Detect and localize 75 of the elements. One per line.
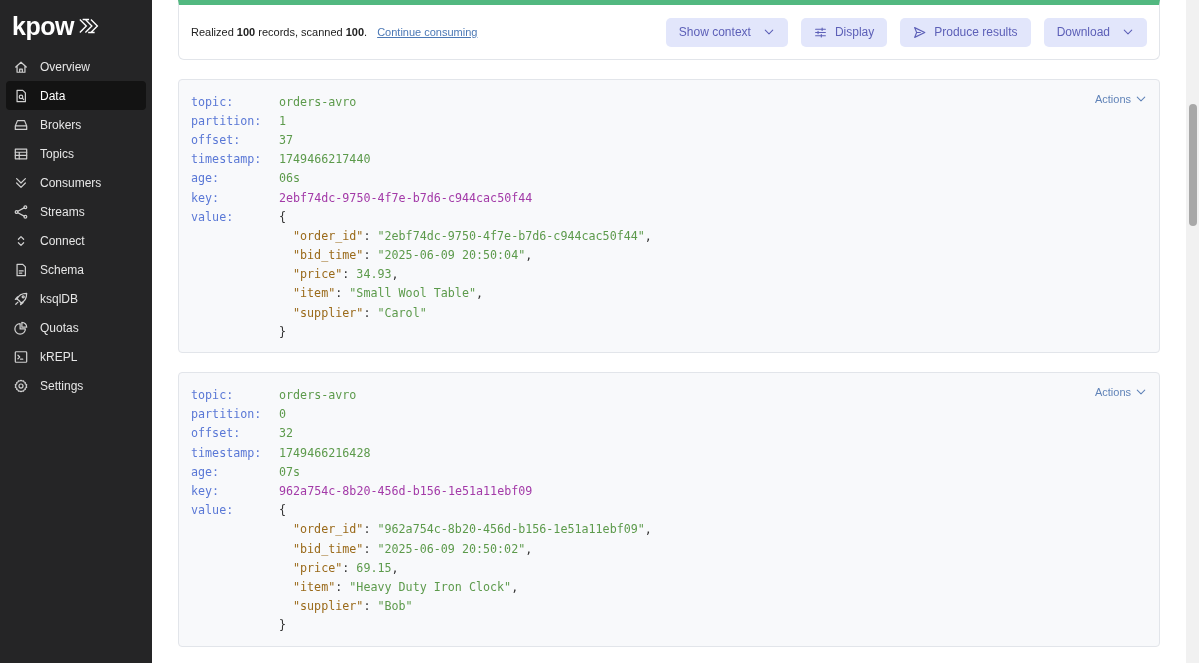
gear-icon [14, 378, 28, 393]
nav-item[interactable]: Quotas [6, 313, 146, 342]
terminal-icon [14, 349, 28, 364]
continue-link[interactable]: Continue consuming [377, 26, 478, 38]
field-label: key: [191, 190, 221, 205]
nav-item[interactable]: Consumers [6, 168, 146, 197]
toolbar-button[interactable]: Show context [665, 17, 788, 47]
field-value: 1 [279, 113, 287, 128]
field-value: 06s [279, 171, 301, 186]
field-value: 37 [279, 132, 294, 147]
drive-icon [14, 117, 28, 132]
field-label: timestamp: [191, 152, 263, 167]
scrollbar[interactable] [1186, 0, 1199, 663]
field-label: offset: [191, 426, 242, 441]
json-line: "item": "Small Wool Table", [292, 285, 485, 303]
document-icon [14, 262, 28, 277]
home-icon [14, 59, 28, 74]
nav-item[interactable]: Settings [6, 371, 146, 400]
field-label: key: [191, 483, 221, 498]
send-icon [913, 25, 927, 39]
field-label: value: [191, 209, 235, 224]
brace: { [279, 209, 287, 224]
brace: } [279, 618, 287, 633]
nav-item[interactable]: ksqlDB [6, 284, 146, 313]
toolbar-button[interactable]: Display [800, 17, 888, 47]
summary-text: Realized 100 records, scanned 100. [191, 26, 368, 38]
json-line: "item": "Heavy Duty Iron Clock", [292, 578, 520, 596]
logo-wordmark: kpow [12, 11, 74, 41]
json-line: "supplier": "Carol" [292, 304, 428, 322]
field-label: topic: [191, 94, 235, 109]
nav-item[interactable]: Topics [6, 139, 146, 168]
field-label: offset: [191, 132, 242, 147]
nav-item[interactable]: Overview [6, 52, 146, 81]
json-line: "bid_time": "2025-06-09 20:50:04", [292, 247, 534, 265]
double-chevron-icon [14, 175, 28, 190]
field-value: 0 [279, 407, 287, 422]
field-label: partition: [191, 113, 263, 128]
nav-item[interactable]: Streams [6, 197, 146, 226]
field-label: timestamp: [191, 445, 263, 460]
table-icon [14, 146, 28, 161]
field-label: value: [191, 503, 235, 518]
json-line: "price": 34.93, [292, 266, 400, 284]
nav-item[interactable]: kREPL [6, 342, 146, 371]
json-line: "price": 69.15, [292, 559, 400, 577]
share-icon [14, 204, 28, 219]
field-value: 07s [279, 464, 301, 479]
toolbar-button[interactable]: Download [1043, 17, 1147, 47]
json-line: "bid_time": "2025-06-09 20:50:02", [292, 540, 534, 558]
field-label: topic: [191, 388, 235, 403]
field-value: 1749466217440 [279, 152, 371, 167]
field-label: age: [191, 171, 221, 186]
json-line: "order_id": "962a754c-8b20-456d-b156-1e51a11ebf09", [292, 521, 653, 539]
field-value: 2ebf74dc-9750-4f7e-b7d6-c944cac50f44 [279, 190, 533, 205]
actions-button[interactable]: Actions [1094, 93, 1147, 105]
field-value: orders-avro [279, 388, 357, 403]
brace: { [279, 503, 287, 518]
json-line: "supplier": "Bob" [292, 598, 414, 616]
json-line: "order_id": "2ebf74dc-9750-4f7e-b7d6-c944cac50f44", [292, 227, 653, 245]
brace: } [279, 324, 287, 339]
field-value: orders-avro [279, 94, 357, 109]
field-value: 32 [279, 426, 294, 441]
sliders-icon [813, 25, 827, 39]
field-value: 1749466216428 [279, 445, 371, 460]
nav-item[interactable]: Schema [6, 255, 146, 284]
pie-chart-icon [14, 320, 28, 335]
nav-item[interactable]: Data [6, 81, 146, 110]
nav-item[interactable]: Brokers [6, 110, 146, 139]
actions-button[interactable]: Actions [1094, 386, 1147, 399]
nav-item[interactable]: Connect [6, 226, 146, 255]
field-label: partition: [191, 407, 263, 422]
toolbar-button[interactable]: Produce results [900, 17, 1031, 47]
document-search-icon [14, 88, 28, 103]
field-value: 962a754c-8b20-456d-b156-1e51a11ebf09 [279, 483, 533, 498]
rocket-icon [14, 291, 28, 306]
field-label: age: [191, 464, 221, 479]
